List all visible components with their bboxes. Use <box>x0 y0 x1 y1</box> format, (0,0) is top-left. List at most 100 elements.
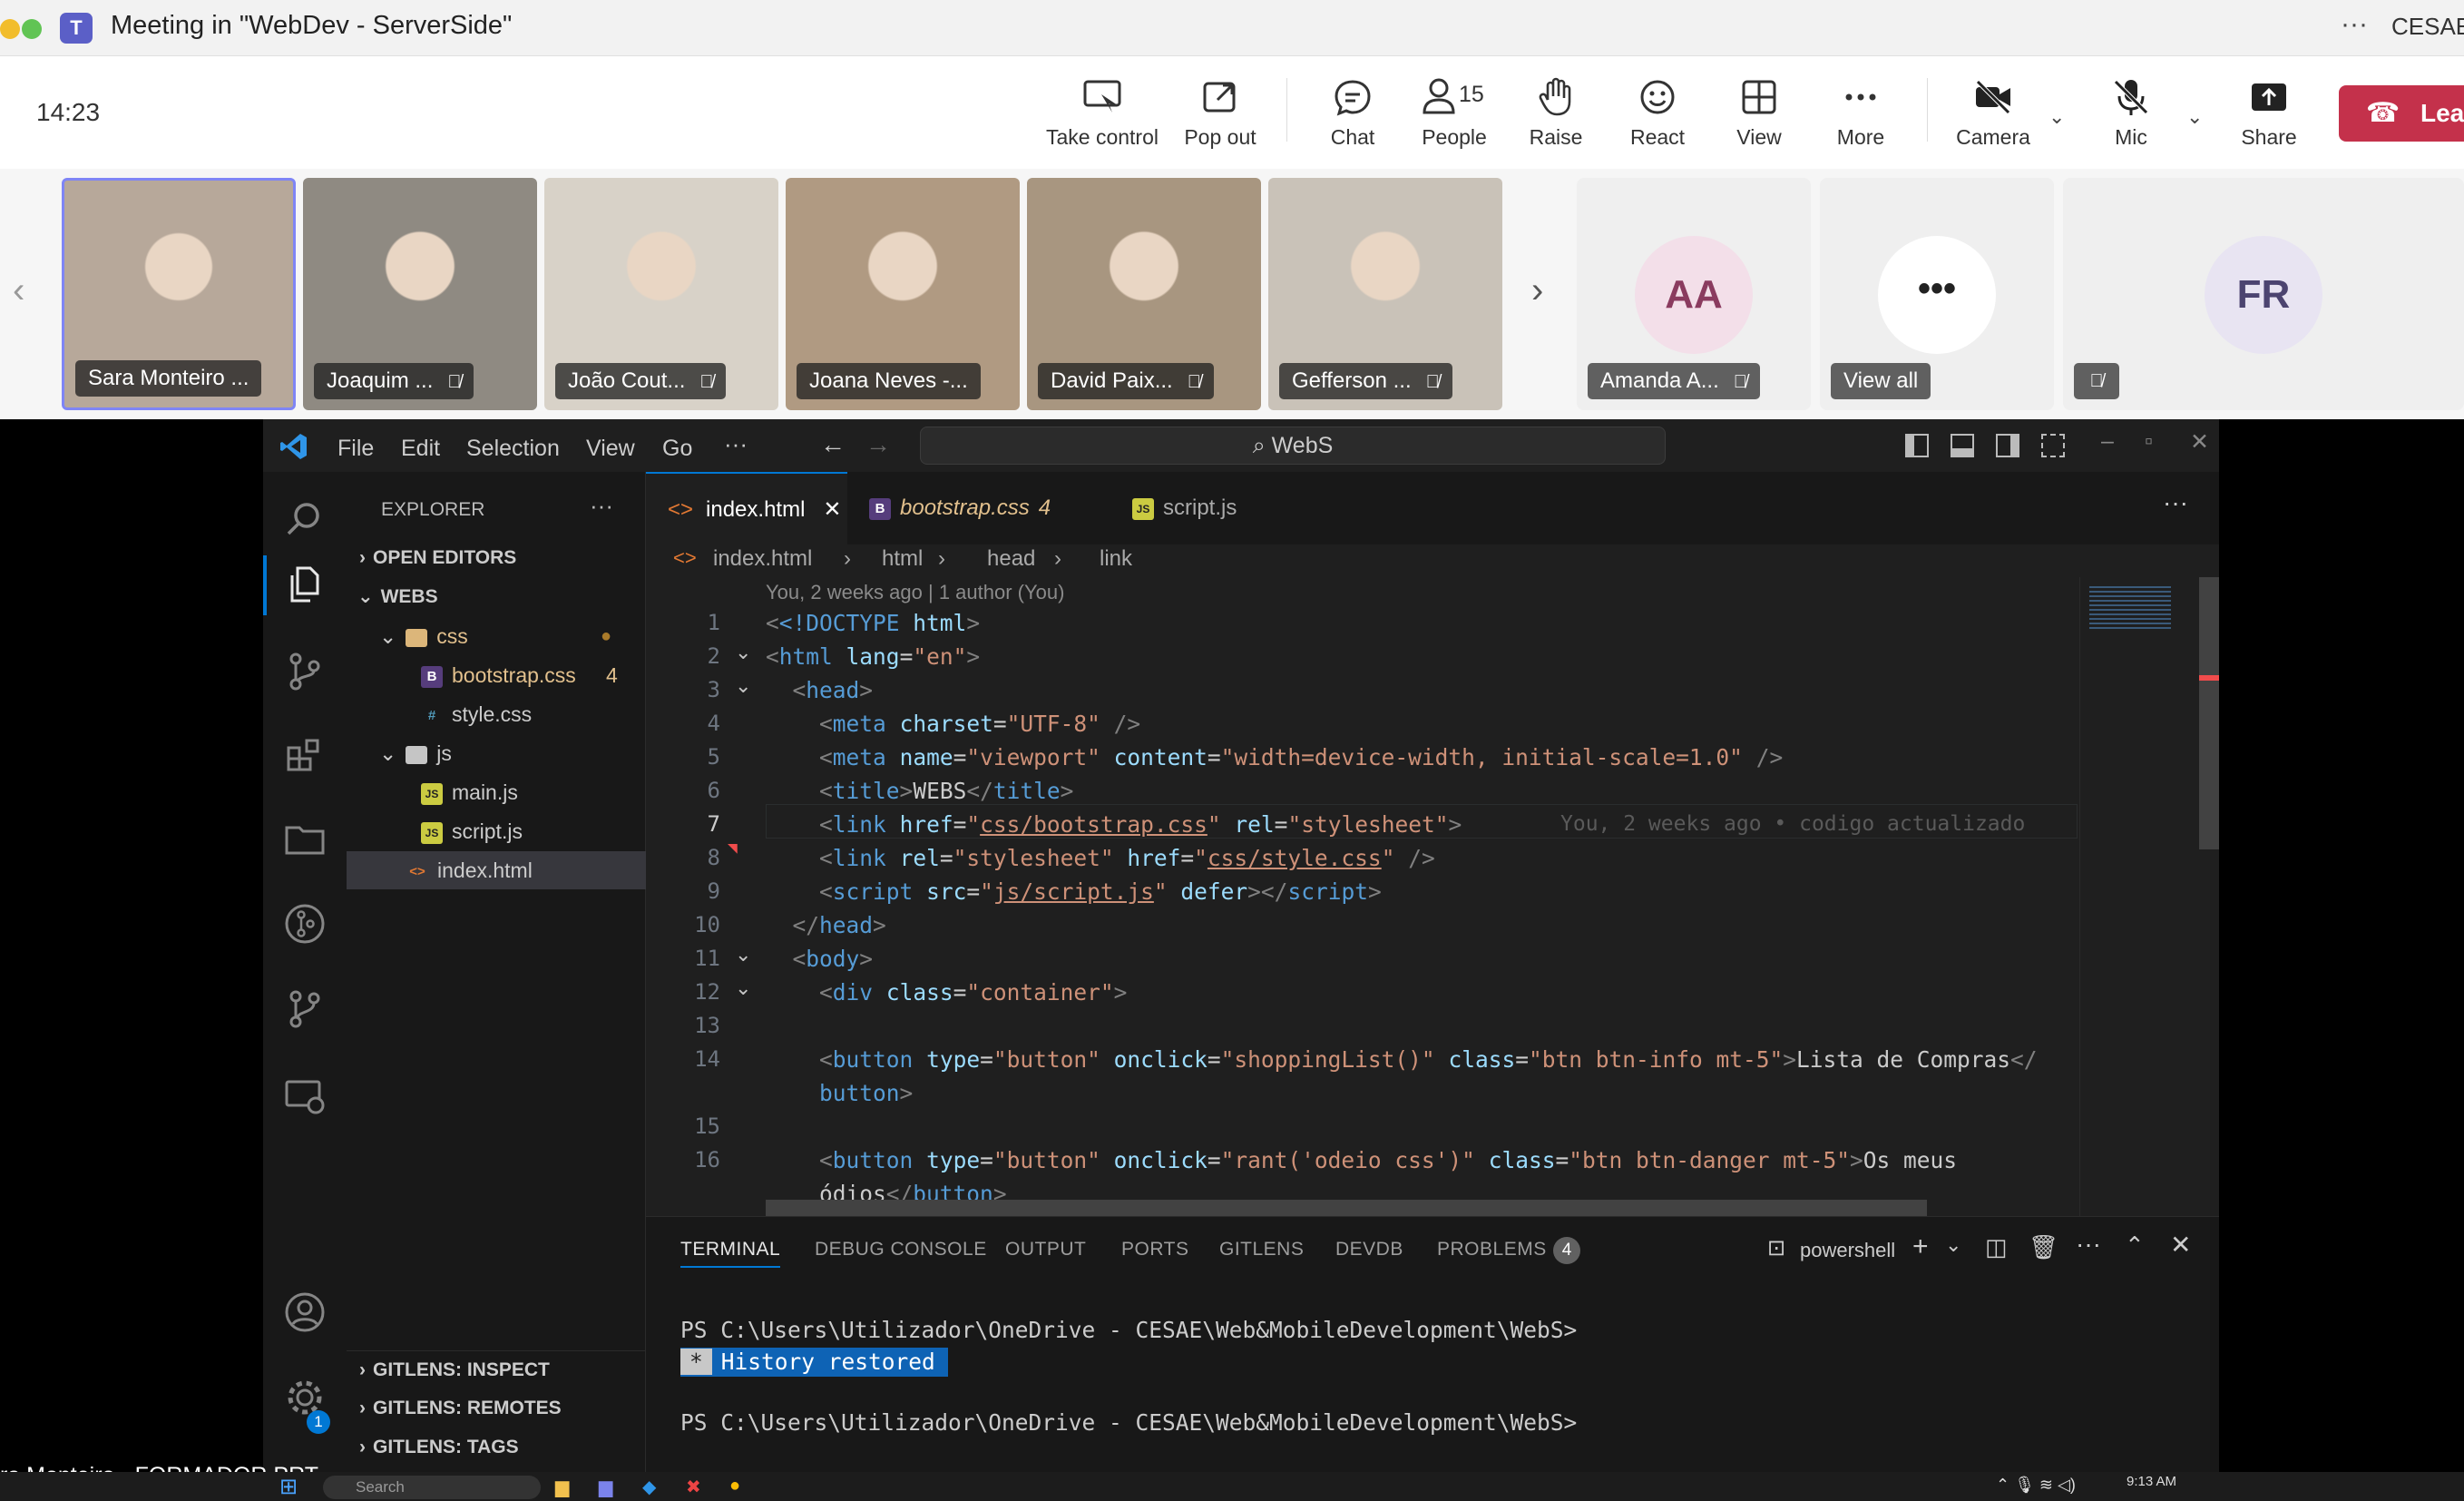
back-arrow-icon[interactable]: ← <box>820 430 846 459</box>
tab-gitlens[interactable]: GITLENS <box>1219 1239 1304 1261</box>
view-all-tile[interactable]: ••• View all <box>1820 178 2054 410</box>
search-icon[interactable] <box>283 497 327 541</box>
extensions-icon[interactable] <box>283 733 327 777</box>
menu-view[interactable]: View <box>586 436 635 462</box>
breadcrumb-item[interactable]: head <box>987 546 1035 572</box>
chrome-icon[interactable]: ● <box>729 1476 740 1496</box>
tree-file-style-css[interactable]: # style.css <box>347 695 646 733</box>
folder-icon[interactable] <box>283 817 327 860</box>
gitlens-remotes-section[interactable]: › GITLENS: REMOTES <box>347 1389 646 1427</box>
minimize-dot[interactable] <box>0 19 20 39</box>
participant-video-tile[interactable]: David Paix... 🎙̸ <box>1027 178 1261 410</box>
fold-chevron-icon[interactable]: ⌄ <box>735 976 751 1000</box>
minimize-icon[interactable]: – <box>2101 428 2114 455</box>
horizontal-scrollbar[interactable] <box>766 1200 1927 1216</box>
tree-folder-js[interactable]: ⌄ js <box>347 734 646 772</box>
tab-terminal[interactable]: TERMINAL <box>680 1239 781 1268</box>
breadcrumb-item[interactable]: link <box>1100 546 1132 572</box>
panel-more-icon[interactable]: ··· <box>2076 1230 2101 1259</box>
taskbar-search[interactable]: Search <box>323 1476 541 1499</box>
new-terminal-icon[interactable]: + <box>1912 1231 1929 1262</box>
tree-file-main-js[interactable]: JS main.js <box>347 773 646 811</box>
participant-video-tile[interactable]: João Cout... 🎙̸ <box>544 178 778 410</box>
git-graph-icon[interactable] <box>283 987 327 1031</box>
explorer-files-icon[interactable] <box>283 563 327 606</box>
explorer-more-icon[interactable]: ··· <box>590 492 613 520</box>
tree-file-bootstrap-css[interactable]: Bbootstrap.css 4 <box>347 656 646 694</box>
app-icon[interactable]: ✖ <box>686 1476 701 1498</box>
tree-folder-css[interactable]: ⌄ css ● <box>347 617 646 655</box>
tab-devdb[interactable]: DEVDB <box>1335 1239 1403 1261</box>
menu-edit[interactable]: Edit <box>401 436 440 462</box>
menu-selection[interactable]: Selection <box>466 436 560 462</box>
close-window-icon[interactable]: ✕ <box>2190 428 2209 456</box>
leave-button[interactable]: ☎ Leav <box>2339 85 2464 142</box>
tree-file-script-js[interactable]: JS script.js <box>347 812 646 850</box>
restore-icon[interactable]: ▫ <box>2145 428 2153 455</box>
command-center-search[interactable]: ⌕ WebS <box>920 427 1666 465</box>
take-control-button[interactable]: Take control <box>1034 76 1170 150</box>
view-all-button[interactable]: View all <box>1831 363 1931 399</box>
participant-avatar-tile[interactable]: AA Amanda A... 🎙̸ <box>1577 178 1811 410</box>
windows-start-icon[interactable]: ⊞ <box>279 1474 298 1500</box>
close-panel-icon[interactable]: ✕ <box>2170 1230 2191 1260</box>
menu-go[interactable]: Go <box>662 436 692 462</box>
workspace-section[interactable]: ⌄ WEBS <box>347 578 646 616</box>
participant-avatar-tile[interactable]: FR 🎙̸ <box>2063 178 2464 410</box>
toggle-secondary-sidebar-icon[interactable] <box>1996 434 2019 457</box>
split-terminal-icon[interactable]: ◫ <box>1985 1233 2008 1261</box>
editor-more-actions-icon[interactable]: ··· <box>2163 488 2188 517</box>
tab-bootstrap-css[interactable]: Bbootstrap.css 4 <box>847 472 1092 544</box>
scroll-right-icon[interactable]: › <box>1531 270 1543 311</box>
breadcrumb-item[interactable]: html <box>882 546 923 572</box>
tab-debug-console[interactable]: DEBUG CONSOLE <box>815 1239 987 1261</box>
fold-chevron-icon[interactable]: ⌄ <box>735 641 751 664</box>
gitlens-inspect-section[interactable]: › GITLENS: INSPECT <box>347 1350 646 1388</box>
customize-layout-icon[interactable] <box>2041 434 2065 457</box>
code-editor[interactable]: You, 2 weeks ago | 1 author (You) 1 2 3 … <box>646 577 2219 1216</box>
more-button[interactable]: More <box>1793 76 1929 150</box>
close-tab-icon[interactable]: ✕ <box>823 497 841 522</box>
participant-video-tile[interactable]: Joana Neves -... <box>786 178 1020 410</box>
maximize-panel-icon[interactable]: ⌃ <box>2125 1231 2145 1260</box>
toggle-panel-icon[interactable] <box>1951 434 1974 457</box>
open-editors-section[interactable]: › OPEN EDITORS <box>347 539 646 577</box>
remote-explorer-icon[interactable] <box>283 1074 327 1118</box>
menu-file[interactable]: File <box>337 436 374 462</box>
scroll-left-icon[interactable]: ‹ <box>13 270 24 311</box>
minimap[interactable] <box>2079 577 2188 1216</box>
forward-arrow-icon[interactable]: → <box>865 430 891 459</box>
codelens-blame[interactable]: You, 2 weeks ago | 1 author (You) <box>766 581 1064 604</box>
system-tray-icons[interactable]: ⌃ 🎙 ≋ ◁) <box>1996 1476 2076 1495</box>
terminal-dropdown-chevron-icon[interactable]: ⌄ <box>1945 1233 1961 1257</box>
share-button[interactable]: Share <box>2201 76 2337 150</box>
gitlens-tags-section[interactable]: › GITLENS: TAGS <box>347 1428 646 1467</box>
kill-terminal-trash-icon[interactable]: 🗑 <box>2029 1233 2058 1261</box>
fold-chevron-icon[interactable]: ⌄ <box>735 674 751 698</box>
tab-problems[interactable]: PROBLEMS <box>1437 1239 1547 1261</box>
source-control-icon[interactable] <box>283 650 327 693</box>
tree-file-index-html[interactable]: <> index.html <box>347 851 646 889</box>
pop-out-button[interactable]: Pop out <box>1152 76 1288 150</box>
participant-video-tile[interactable]: Sara Monteiro ... <box>62 178 296 410</box>
more-options-icon[interactable]: ··· <box>2341 9 2368 40</box>
mic-button[interactable]: Mic <box>2063 76 2199 150</box>
fold-chevron-icon[interactable]: ⌄ <box>735 943 751 966</box>
tab-ports[interactable]: PORTS <box>1121 1239 1188 1261</box>
more-menu-icon[interactable]: ··· <box>724 430 748 458</box>
camera-button[interactable]: Camera <box>1925 76 2061 150</box>
tab-index-html[interactable]: <> index.html ✕ <box>646 472 847 544</box>
vscode-taskbar-icon[interactable]: ◆ <box>642 1476 656 1498</box>
file-explorer-icon[interactable]: ▆ <box>555 1476 569 1498</box>
gitlens-icon[interactable] <box>283 902 327 946</box>
tab-output[interactable]: OUTPUT <box>1005 1239 1086 1261</box>
tab-script-js[interactable]: JS script.js <box>1110 472 1301 544</box>
vertical-scrollbar[interactable] <box>2199 577 2219 849</box>
account-icon[interactable] <box>283 1290 327 1334</box>
zoom-dot[interactable] <box>22 19 42 39</box>
breadcrumb-item[interactable]: index.html <box>713 546 812 572</box>
terminal-prompt[interactable]: PS C:\Users\Utilizador\OneDrive - CESAE\… <box>680 1409 1577 1436</box>
terminal-shell-name[interactable]: powershell <box>1800 1239 1895 1262</box>
toggle-sidebar-icon[interactable] <box>1905 434 1929 457</box>
participant-video-tile[interactable]: Gefferson ... 🎙̸ <box>1268 178 1502 410</box>
